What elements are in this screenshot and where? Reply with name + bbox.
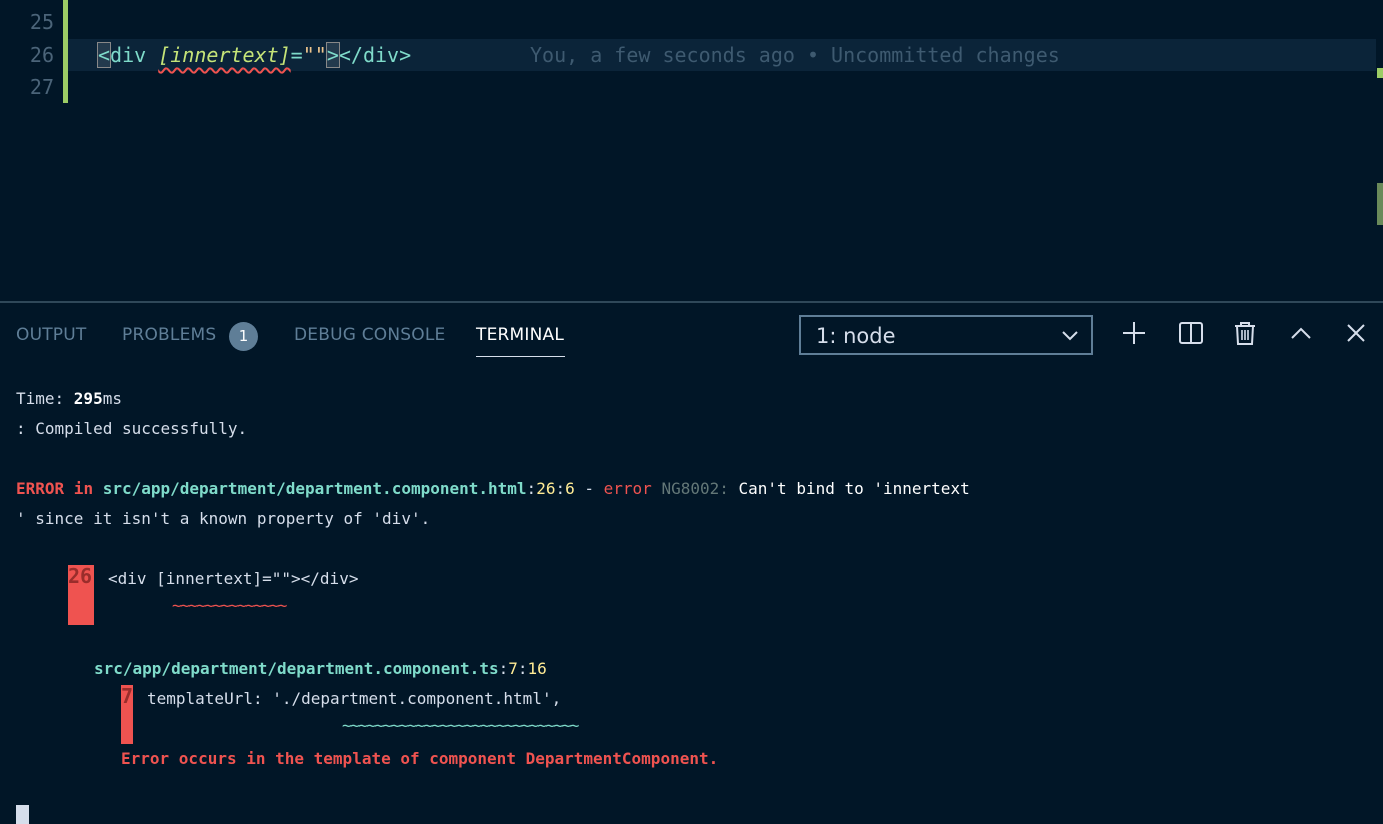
code-line-26[interactable]: <div [innertext]=""></div> (96, 39, 412, 71)
ts-column-number: 16 (527, 659, 547, 678)
error-line-number: 26 (536, 479, 556, 498)
time-value: 295 (73, 389, 103, 408)
terminal-line-ts-location: src/app/department/department.component.… (94, 654, 547, 684)
plus-icon (1120, 319, 1150, 347)
attribute-binding-error[interactable]: [innertext] (158, 43, 290, 67)
line-number-gutter: 25 26 27 (0, 0, 66, 301)
error-column-number: 6 (565, 479, 575, 498)
close-panel-button[interactable] (1342, 319, 1372, 349)
equals-sign: = (290, 43, 303, 67)
in-word: in (64, 479, 103, 498)
terminal-selector-value: 1: node (816, 324, 896, 348)
close-icon (1342, 319, 1372, 347)
line-number: 25 (29, 10, 54, 34)
bracket-match-close: > (325, 42, 340, 68)
separator: : (555, 479, 566, 498)
error-message: Can't bind to 'innertext (738, 479, 970, 498)
error-word: ERROR (16, 479, 65, 498)
snippet-code: <div [innertext]=""></div> (108, 569, 359, 588)
error-code: NG8002: (651, 479, 739, 498)
active-tab-indicator (476, 356, 565, 357)
tab-debug-console[interactable]: DEBUG CONSOLE (294, 325, 445, 345)
separator: : (517, 659, 528, 678)
problems-count-badge: 1 (229, 322, 258, 351)
terminal-line-compiled: : Compiled successfully. (16, 419, 248, 438)
time-label: Time: (16, 389, 74, 408)
ts-snippet-code: templateUrl: './department.component.htm… (147, 689, 562, 708)
separator: : (498, 659, 509, 678)
ts-file-path: src/app/department/department.component.… (94, 659, 499, 678)
terminal-line-footer-error: Error occurs in the template of componen… (121, 749, 719, 768)
line-number: 26 (29, 43, 54, 67)
time-unit: ms (102, 389, 122, 408)
snippet-line-number: 26 (68, 564, 93, 588)
maximize-panel-button[interactable] (1287, 319, 1317, 349)
scrollbar-change-marker (1377, 183, 1383, 225)
code-editor[interactable]: g 25 26 27 <div [innertext]=""></div> Yo… (0, 0, 1383, 301)
kill-terminal-button[interactable] (1231, 319, 1261, 349)
new-terminal-button[interactable] (1120, 319, 1150, 349)
attribute-value: "" (302, 43, 327, 67)
tab-terminal[interactable]: TERMINAL (476, 325, 564, 345)
ts-line-number: 7 (508, 659, 518, 678)
terminal-line-time: Time: 295ms (16, 384, 122, 414)
chevron-up-icon (1287, 319, 1317, 347)
terminal-cursor (16, 805, 29, 824)
ts-snippet-line-number: 7 (121, 684, 134, 708)
closing-tag: </div> (338, 43, 412, 67)
terminal-line-error: ERROR in src/app/department/department.c… (16, 474, 970, 504)
terminal-line-error-cont: ' since it isn't a known property of 'di… (16, 509, 431, 528)
separator: : (526, 479, 537, 498)
html-tag: div (110, 43, 147, 67)
tab-output[interactable]: OUTPUT (16, 325, 87, 345)
bracket-match-open: < (96, 42, 112, 68)
line-number: 27 (29, 75, 54, 99)
terminal-selector-dropdown[interactable]: 1: node (799, 315, 1093, 355)
error-underline: ~~~~~~~~~~~~~~ (172, 596, 287, 615)
tab-problems[interactable]: PROBLEMS (122, 325, 216, 345)
ts-underline: ~~~~~~~~~~~~~~~~~~~~~~~~~~~~~ (342, 716, 579, 735)
split-icon (1177, 319, 1207, 347)
separator: - (574, 479, 604, 498)
error-file-path: src/app/department/department.component.… (102, 479, 527, 498)
git-blame-annotation: You, a few seconds ago • Uncommitted cha… (530, 43, 1060, 67)
scrollbar-change-marker (1377, 68, 1383, 78)
split-terminal-button[interactable] (1177, 319, 1207, 349)
panel-tabs: OUTPUT PROBLEMS 1 DEBUG CONSOLE TERMINAL (0, 303, 780, 367)
trash-icon (1231, 319, 1261, 347)
error-kind: error (603, 479, 652, 498)
